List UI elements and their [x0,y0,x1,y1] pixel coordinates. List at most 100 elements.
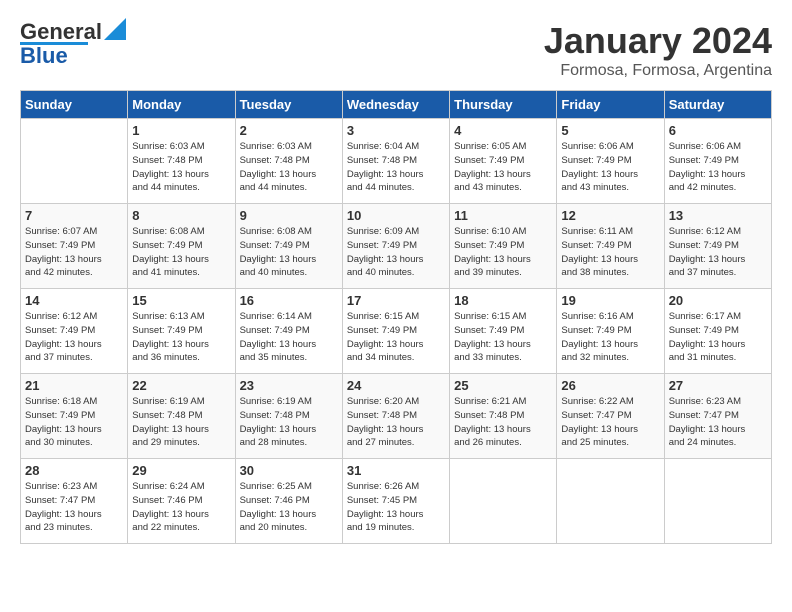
day-number: 19 [561,293,659,308]
cell-info: Sunrise: 6:23 AMSunset: 7:47 PMDaylight:… [25,480,123,535]
header-row: SundayMondayTuesdayWednesdayThursdayFrid… [21,91,772,119]
cell-info: Sunrise: 6:20 AMSunset: 7:48 PMDaylight:… [347,395,445,450]
cell-info: Sunrise: 6:06 AMSunset: 7:49 PMDaylight:… [561,140,659,195]
cell-info: Sunrise: 6:12 AMSunset: 7:49 PMDaylight:… [669,225,767,280]
logo-general: General [20,20,102,44]
cell-info: Sunrise: 6:12 AMSunset: 7:49 PMDaylight:… [25,310,123,365]
day-number: 1 [132,123,230,138]
calendar-cell: 21 Sunrise: 6:18 AMSunset: 7:49 PMDayligh… [21,374,128,459]
calendar-cell: 12 Sunrise: 6:11 AMSunset: 7:49 PMDayligh… [557,204,664,289]
calendar-cell: 3 Sunrise: 6:04 AMSunset: 7:48 PMDaylight… [342,119,449,204]
cell-info: Sunrise: 6:19 AMSunset: 7:48 PMDaylight:… [240,395,338,450]
cell-info: Sunrise: 6:19 AMSunset: 7:48 PMDaylight:… [132,395,230,450]
calendar-cell: 2 Sunrise: 6:03 AMSunset: 7:48 PMDaylight… [235,119,342,204]
cell-info: Sunrise: 6:16 AMSunset: 7:49 PMDaylight:… [561,310,659,365]
week-row-4: 21 Sunrise: 6:18 AMSunset: 7:49 PMDayligh… [21,374,772,459]
cell-info: Sunrise: 6:03 AMSunset: 7:48 PMDaylight:… [132,140,230,195]
calendar-cell: 17Sunrise: 6:15 AMSunset: 7:49 PMDayligh… [342,289,449,374]
day-number: 21 [25,378,123,393]
calendar-cell: 19 Sunrise: 6:16 AMSunset: 7:49 PMDayligh… [557,289,664,374]
day-number: 22 [132,378,230,393]
calendar-table: SundayMondayTuesdayWednesdayThursdayFrid… [20,90,772,544]
day-number: 6 [669,123,767,138]
calendar-cell [664,459,771,544]
day-number: 16 [240,293,338,308]
day-header-monday: Monday [128,91,235,119]
day-number: 15 [132,293,230,308]
day-number: 18 [454,293,552,308]
calendar-cell: 31Sunrise: 6:26 AMSunset: 7:45 PMDayligh… [342,459,449,544]
calendar-cell: 13 Sunrise: 6:12 AMSunset: 7:49 PMDayligh… [664,204,771,289]
day-number: 7 [25,208,123,223]
cell-info: Sunrise: 6:08 AMSunset: 7:49 PMDaylight:… [132,225,230,280]
day-number: 8 [132,208,230,223]
calendar-cell: 8 Sunrise: 6:08 AMSunset: 7:49 PMDaylight… [128,204,235,289]
week-row-5: 28 Sunrise: 6:23 AMSunset: 7:47 PMDayligh… [21,459,772,544]
day-header-tuesday: Tuesday [235,91,342,119]
cell-info: Sunrise: 6:11 AMSunset: 7:49 PMDaylight:… [561,225,659,280]
cell-info: Sunrise: 6:06 AMSunset: 7:49 PMDaylight:… [669,140,767,195]
logo-blue: Blue [20,43,68,69]
calendar-cell: 15 Sunrise: 6:13 AMSunset: 7:49 PMDayligh… [128,289,235,374]
calendar-cell: 30Sunrise: 6:25 AMSunset: 7:46 PMDayligh… [235,459,342,544]
day-header-friday: Friday [557,91,664,119]
day-number: 3 [347,123,445,138]
location: Formosa, Formosa, Argentina [544,62,772,80]
logo: General Blue [20,20,126,69]
day-number: 12 [561,208,659,223]
day-number: 13 [669,208,767,223]
cell-info: Sunrise: 6:18 AMSunset: 7:49 PMDaylight:… [25,395,123,450]
day-number: 17 [347,293,445,308]
day-number: 4 [454,123,552,138]
calendar-cell: 23 Sunrise: 6:19 AMSunset: 7:48 PMDayligh… [235,374,342,459]
cell-info: Sunrise: 6:10 AMSunset: 7:49 PMDaylight:… [454,225,552,280]
cell-info: Sunrise: 6:05 AMSunset: 7:49 PMDaylight:… [454,140,552,195]
cell-info: Sunrise: 6:07 AMSunset: 7:49 PMDaylight:… [25,225,123,280]
day-number: 5 [561,123,659,138]
month-year: January 2024 [544,20,772,62]
cell-info: Sunrise: 6:13 AMSunset: 7:49 PMDaylight:… [132,310,230,365]
day-number: 11 [454,208,552,223]
day-number: 23 [240,378,338,393]
cell-info: Sunrise: 6:15 AMSunset: 7:49 PMDaylight:… [454,310,552,365]
calendar-cell [450,459,557,544]
calendar-cell: 28 Sunrise: 6:23 AMSunset: 7:47 PMDayligh… [21,459,128,544]
day-number: 20 [669,293,767,308]
cell-info: Sunrise: 6:03 AMSunset: 7:48 PMDaylight:… [240,140,338,195]
calendar-cell: 20 Sunrise: 6:17 AMSunset: 7:49 PMDayligh… [664,289,771,374]
cell-info: Sunrise: 6:21 AMSunset: 7:48 PMDaylight:… [454,395,552,450]
cell-info: Sunrise: 6:24 AMSunset: 7:46 PMDaylight:… [132,480,230,535]
cell-info: Sunrise: 6:04 AMSunset: 7:48 PMDaylight:… [347,140,445,195]
calendar-cell [21,119,128,204]
week-row-2: 7 Sunrise: 6:07 AMSunset: 7:49 PMDaylight… [21,204,772,289]
calendar-cell: 18 Sunrise: 6:15 AMSunset: 7:49 PMDayligh… [450,289,557,374]
day-number: 28 [25,463,123,478]
calendar-cell: 5 Sunrise: 6:06 AMSunset: 7:49 PMDaylight… [557,119,664,204]
calendar-cell: 29 Sunrise: 6:24 AMSunset: 7:46 PMDayligh… [128,459,235,544]
calendar-cell: 10Sunrise: 6:09 AMSunset: 7:49 PMDayligh… [342,204,449,289]
day-number: 14 [25,293,123,308]
day-number: 25 [454,378,552,393]
calendar-cell: 24 Sunrise: 6:20 AMSunset: 7:48 PMDayligh… [342,374,449,459]
cell-info: Sunrise: 6:17 AMSunset: 7:49 PMDaylight:… [669,310,767,365]
calendar-cell: 7 Sunrise: 6:07 AMSunset: 7:49 PMDaylight… [21,204,128,289]
calendar-cell: 22 Sunrise: 6:19 AMSunset: 7:48 PMDayligh… [128,374,235,459]
cell-info: Sunrise: 6:09 AMSunset: 7:49 PMDaylight:… [347,225,445,280]
calendar-cell: 27Sunrise: 6:23 AMSunset: 7:47 PMDayligh… [664,374,771,459]
cell-info: Sunrise: 6:25 AMSunset: 7:46 PMDaylight:… [240,480,338,535]
calendar-cell: 6 Sunrise: 6:06 AMSunset: 7:49 PMDaylight… [664,119,771,204]
day-number: 24 [347,378,445,393]
calendar-cell: 1 Sunrise: 6:03 AMSunset: 7:48 PMDaylight… [128,119,235,204]
cell-info: Sunrise: 6:23 AMSunset: 7:47 PMDaylight:… [669,395,767,450]
week-row-3: 14 Sunrise: 6:12 AMSunset: 7:49 PMDayligh… [21,289,772,374]
day-number: 2 [240,123,338,138]
calendar-cell: 4 Sunrise: 6:05 AMSunset: 7:49 PMDaylight… [450,119,557,204]
day-header-saturday: Saturday [664,91,771,119]
cell-info: Sunrise: 6:14 AMSunset: 7:49 PMDaylight:… [240,310,338,365]
day-number: 29 [132,463,230,478]
calendar-cell: 16 Sunrise: 6:14 AMSunset: 7:49 PMDayligh… [235,289,342,374]
week-row-1: 1 Sunrise: 6:03 AMSunset: 7:48 PMDaylight… [21,119,772,204]
calendar-cell: 11 Sunrise: 6:10 AMSunset: 7:49 PMDayligh… [450,204,557,289]
calendar-cell [557,459,664,544]
day-header-wednesday: Wednesday [342,91,449,119]
